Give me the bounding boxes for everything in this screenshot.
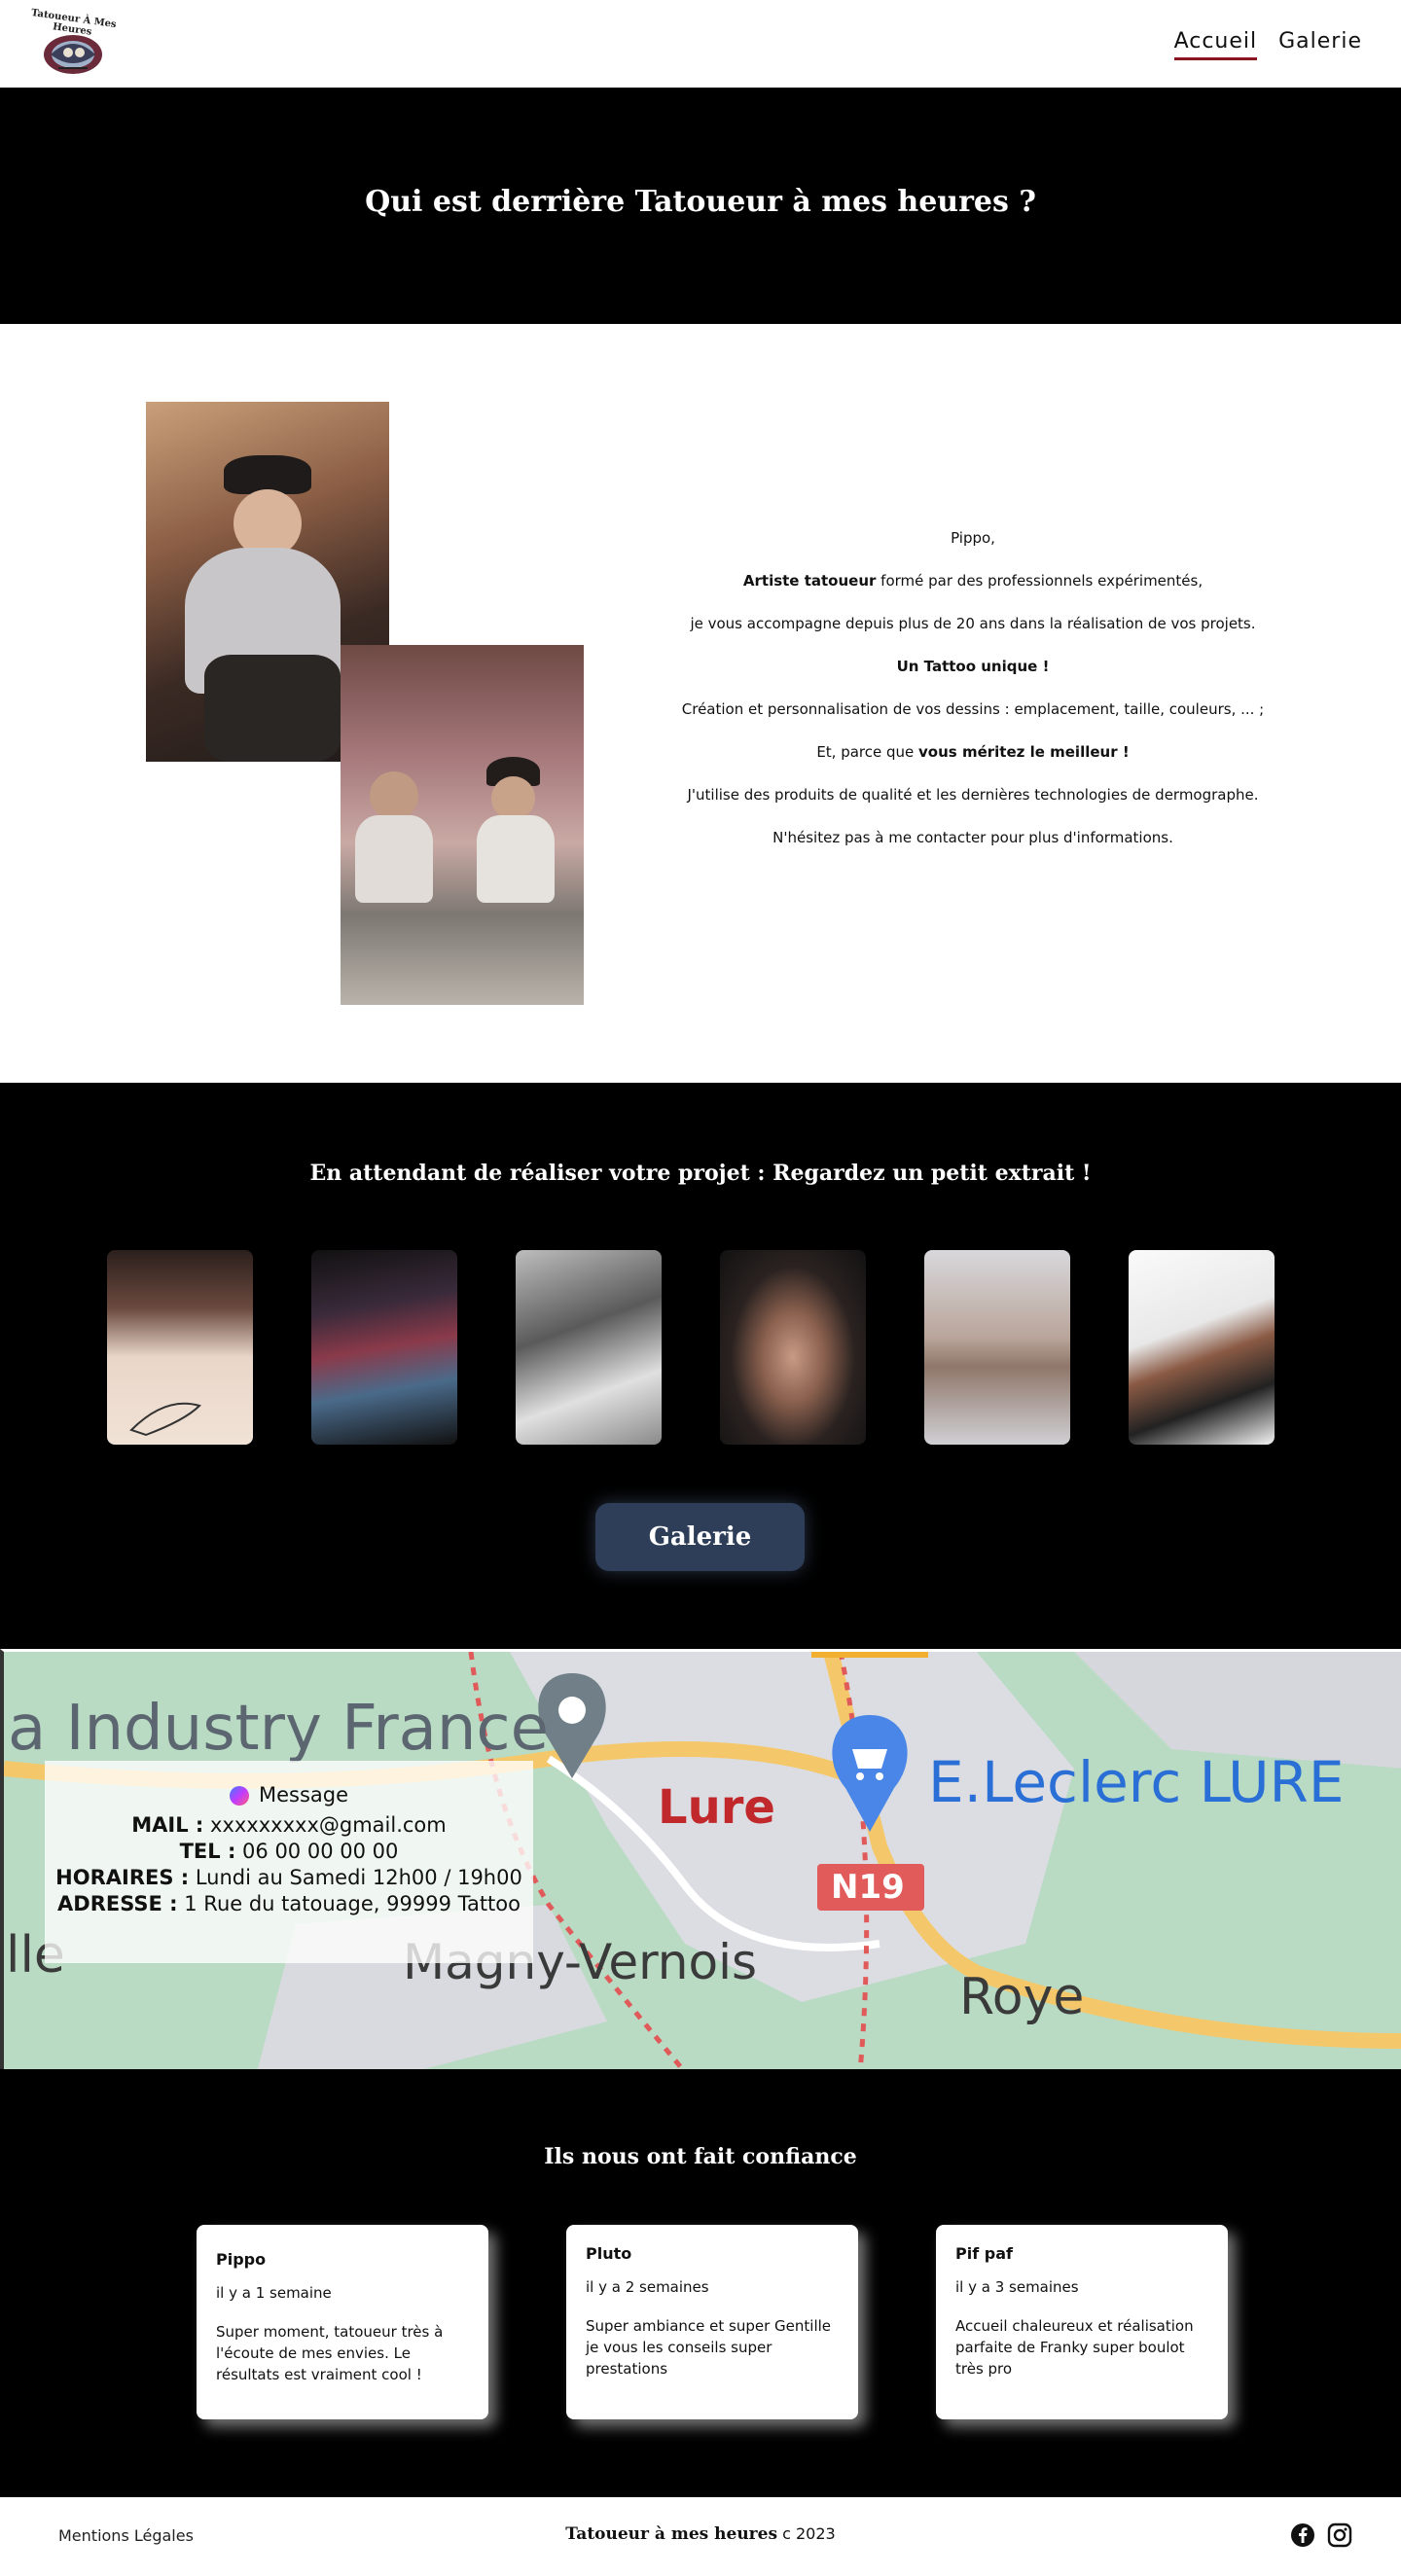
- contact-message-row[interactable]: Message: [45, 1782, 533, 1812]
- location-map[interactable]: a Industry France Lure E.Leclerc LURE N1…: [0, 1649, 1401, 2069]
- about-line-creation: Création et personnalisation de vos dess…: [681, 700, 1265, 718]
- review-text: Super ambiance et super Gentille je vous…: [586, 2317, 832, 2378]
- gallery-thumb-6[interactable]: [1129, 1250, 1275, 1445]
- site-logo[interactable]: Tatoueur À Mes Heures: [29, 8, 117, 82]
- main-nav: Accueil Galerie: [1173, 29, 1362, 60]
- footer-brand: Tatoueur à mes heures: [565, 2524, 778, 2544]
- hero-title: Qui est derrière Tatoueur à mes heures ?: [365, 185, 1036, 219]
- hero-section: Qui est derrière Tatoueur à mes heures ?: [0, 88, 1401, 324]
- about-section: Pippo, Artiste tatoueur formé par des pr…: [0, 324, 1401, 1083]
- address-label: ADRESSE :: [57, 1891, 178, 1915]
- review-author: Pif paf: [955, 2244, 1013, 2263]
- review-date: il y a 1 semaine: [216, 2284, 332, 2302]
- messenger-icon: [229, 1785, 249, 1806]
- galerie-button[interactable]: Galerie: [595, 1503, 805, 1571]
- review-card: Pippo il y a 1 semaine Super moment, tat…: [197, 2225, 488, 2419]
- about-best-bold: vous méritez le meilleur !: [918, 743, 1130, 761]
- about-artist-rest: formé par des professionnels expérimenté…: [876, 572, 1203, 590]
- address-value: 1 Rue du tatouage, 99999 Tattoo: [177, 1891, 521, 1915]
- social-links: [1290, 2522, 1352, 2548]
- hours-label: HORAIRES :: [55, 1865, 190, 1889]
- gallery-thumb-5[interactable]: [924, 1250, 1070, 1445]
- site-header: Tatoueur À Mes Heures Accueil Galerie: [0, 0, 1401, 88]
- map-label-lure: Lure: [658, 1780, 775, 1835]
- message-link[interactable]: Message: [259, 1782, 348, 1808]
- reviews-section: Ils nous ont fait confiance Pippo il y a…: [0, 2069, 1401, 2497]
- footer-year: c 2023: [777, 2524, 836, 2543]
- site-footer: Mentions Légales Tatoueur à mes heures c…: [0, 2497, 1401, 2576]
- about-line-experience: je vous accompagne depuis plus de 20 ans…: [690, 615, 1256, 632]
- gallery-preview-section: En attendant de réaliser votre projet : …: [0, 1083, 1401, 1649]
- map-label-industry: a Industry France: [8, 1693, 549, 1765]
- hours-value: Lundi au Samedi 12h00 / 19h00: [189, 1865, 522, 1889]
- about-artist-bold: Artiste tatoueur: [742, 572, 877, 590]
- contact-hours-row: HORAIRES : Lundi au Samedi 12h00 / 19h00: [45, 1865, 533, 1891]
- map-label-n19: N19: [831, 1868, 905, 1907]
- map-label-leclerc: E.Leclerc LURE: [928, 1749, 1345, 1815]
- nav-accueil[interactable]: Accueil: [1173, 29, 1258, 60]
- review-author: Pluto: [586, 2244, 632, 2263]
- facebook-icon[interactable]: [1290, 2522, 1315, 2548]
- mail-value[interactable]: xxxxxxxxx@gmail.com: [203, 1813, 447, 1837]
- about-line-products: J'utilise des produits de qualité et les…: [687, 786, 1259, 804]
- review-date: il y a 2 semaines: [586, 2278, 709, 2296]
- contact-tel-row: TEL : 06 00 00 00 00: [45, 1839, 533, 1865]
- about-unique-bold: Un Tattoo unique !: [896, 658, 1050, 675]
- footer-copyright: Tatoueur à mes heures c 2023: [0, 2524, 1401, 2544]
- review-date: il y a 3 semaines: [955, 2278, 1079, 2296]
- review-text: Super moment, tatoueur très à l'écoute d…: [216, 2323, 444, 2383]
- about-greeting: Pippo,: [951, 529, 995, 547]
- gallery-thumb-3[interactable]: [516, 1250, 662, 1445]
- mail-label: MAIL :: [131, 1812, 204, 1837]
- review-card: Pluto il y a 2 semaines Super ambiance e…: [566, 2225, 858, 2419]
- about-text: Pippo, Artiste tatoueur formé par des pr…: [681, 528, 1265, 871]
- gallery-thumb-1[interactable]: [107, 1250, 253, 1445]
- review-text: Accueil chaleureux et réalisation parfai…: [955, 2317, 1194, 2378]
- contact-address-row: ADRESSE : 1 Rue du tatouage, 99999 Tatto…: [45, 1891, 533, 1917]
- tel-label: TEL :: [179, 1839, 236, 1863]
- gallery-thumb-2[interactable]: [311, 1250, 457, 1445]
- reviews-title: Ils nous ont fait confiance: [544, 2144, 857, 2169]
- about-best-pre: Et, parce que: [816, 743, 919, 761]
- contact-mail-row: MAIL : xxxxxxxxx@gmail.com: [45, 1812, 533, 1839]
- instagram-icon[interactable]: [1327, 2522, 1352, 2548]
- gallery-thumb-4[interactable]: [720, 1250, 866, 1445]
- tel-value[interactable]: 06 00 00 00 00: [235, 1840, 398, 1863]
- review-card: Pif paf il y a 3 semaines Accueil chaleu…: [936, 2225, 1228, 2419]
- gallery-thumbnails: [107, 1250, 1275, 1445]
- contact-card: Message MAIL : xxxxxxxxx@gmail.com TEL :…: [45, 1761, 533, 1963]
- review-author: Pippo: [216, 2250, 267, 2269]
- about-line-best: Et, parce que vous méritez le meilleur !: [681, 742, 1265, 763]
- about-line-unique: Un Tattoo unique !: [681, 657, 1265, 677]
- map-label-roye: Roye: [959, 1968, 1085, 2026]
- preview-title: En attendant de réaliser votre projet : …: [309, 1161, 1092, 1186]
- about-line-contact: N'hésitez pas à me contacter pour plus d…: [772, 829, 1173, 846]
- about-line-artist: Artiste tatoueur formé par des professio…: [681, 571, 1265, 591]
- artist-photo-2: [341, 645, 584, 1005]
- nav-galerie[interactable]: Galerie: [1278, 29, 1362, 60]
